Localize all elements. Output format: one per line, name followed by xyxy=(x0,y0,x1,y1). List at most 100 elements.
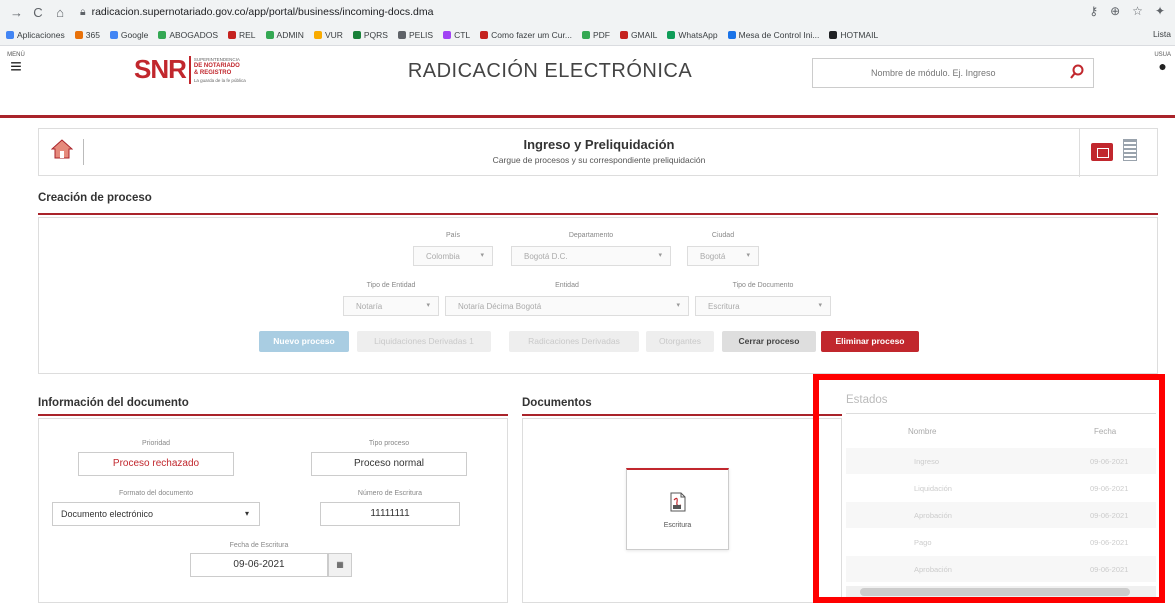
pais-select[interactable]: Colombia ▾ xyxy=(413,246,493,266)
bookmark-item[interactable]: REL xyxy=(228,30,256,40)
section-heading-documentos: Documentos xyxy=(522,397,592,409)
tipo-proceso-field[interactable]: Proceso normal xyxy=(311,452,467,476)
formato-select[interactable]: Documento electrónico ▾ xyxy=(52,502,260,526)
search-icon[interactable] xyxy=(1069,64,1085,80)
bookmark-favicon-icon xyxy=(443,30,452,39)
section-heading-estados: Estados xyxy=(846,394,888,406)
bookmark-item[interactable]: ABOGADOS xyxy=(158,30,218,40)
bookmark-favicon-icon xyxy=(829,30,838,39)
table-row: Ingreso 09-06-2021 xyxy=(846,448,1156,474)
eliminar-proceso-button[interactable]: Eliminar proceso xyxy=(821,331,919,352)
bookmark-item[interactable]: 365 xyxy=(74,30,100,40)
menu-button[interactable]: MENÚ ≡ xyxy=(6,52,26,78)
table-row: Pago 09-06-2021 xyxy=(846,529,1156,555)
separator xyxy=(1079,129,1080,177)
zoom-icon[interactable]: ⊕ xyxy=(1110,4,1120,18)
table-row: Aprobación 09-06-2021 xyxy=(846,502,1156,528)
user-icon[interactable]: ● xyxy=(1158,58,1166,74)
bookmark-item[interactable]: ADMIN xyxy=(265,30,304,40)
ciudad-select[interactable]: Bogotá ▾ xyxy=(687,246,759,266)
liquidaciones-derivadas-button[interactable]: Liquidaciones Derivadas 1 xyxy=(357,331,491,352)
bookmark-favicon-icon xyxy=(74,30,83,39)
section-underline xyxy=(38,213,1158,215)
section-heading-documento: Información del documento xyxy=(38,397,189,409)
bookmark-item[interactable]: VUR xyxy=(313,29,343,40)
bookmark-label: VUR xyxy=(324,29,343,40)
back-icon[interactable]: → xyxy=(10,5,23,20)
prioridad-field[interactable]: Proceso rechazado xyxy=(78,452,234,476)
bookmark-item[interactable]: CTL xyxy=(443,30,470,40)
estados-scrollbar[interactable] xyxy=(846,586,1156,598)
tipo-doc-value: Escritura xyxy=(708,302,740,311)
fecha-escritura-field[interactable]: 09-06-2021 xyxy=(190,553,328,577)
list-icon[interactable] xyxy=(1123,139,1137,161)
bookmark-item[interactable]: PELIS xyxy=(397,29,434,40)
bookmark-item[interactable]: GMAIL xyxy=(619,29,658,40)
fecha-escritura-label: Fecha de Escritura xyxy=(229,542,289,549)
estado-nombre: Aprobación xyxy=(914,511,952,520)
tipo-entidad-label: Tipo de Entidad xyxy=(366,282,416,289)
formato-label: Formato del documento xyxy=(119,490,193,497)
nuevo-proceso-button[interactable]: Nuevo proceso xyxy=(259,331,349,352)
bookmark-favicon-icon xyxy=(619,30,628,39)
hamburger-icon[interactable]: ≡ xyxy=(10,56,22,78)
section-underline xyxy=(522,414,842,416)
bookmark-favicon-icon xyxy=(727,30,736,39)
otorgantes-button[interactable]: Otorgantes xyxy=(646,331,714,352)
numero-escritura-field[interactable]: 11111111 xyxy=(320,502,460,526)
user-menu[interactable]: USUA ● xyxy=(1154,52,1171,74)
search-input[interactable] xyxy=(813,59,1053,87)
estado-fecha: 09-06-2021 xyxy=(1090,511,1129,520)
bookmark-favicon-icon xyxy=(480,30,489,39)
chevron-down-icon: ▾ xyxy=(746,252,750,259)
bookmark-label: REL xyxy=(239,29,256,40)
star-icon[interactable]: ☆ xyxy=(1132,4,1143,18)
estado-fecha: 09-06-2021 xyxy=(1090,457,1129,466)
tipo-doc-select[interactable]: Escritura ▾ xyxy=(695,296,831,316)
bookmark-item[interactable]: Mesa de Control Ini... xyxy=(727,30,819,40)
bookmark-item[interactable]: Google xyxy=(109,30,148,40)
calendar-icon[interactable]: ▦ xyxy=(328,553,352,577)
chevron-down-icon: ▾ xyxy=(426,302,430,309)
entidad-value: Notaría Décima Bogotá xyxy=(458,302,542,311)
cerrar-proceso-button[interactable]: Cerrar proceso xyxy=(722,331,816,352)
bookmarks-bar: Aplicaciones 365 Google ABOGADOS REL ADMIN VUR… xyxy=(0,24,1175,46)
extension-icon[interactable]: ✦ xyxy=(1155,4,1165,18)
key-icon[interactable]: ⚷ xyxy=(1089,4,1098,18)
bookmark-favicon-icon xyxy=(397,30,406,39)
bookmark-item[interactable]: PDF xyxy=(581,30,610,40)
entidad-select[interactable]: Notaría Décima Bogotá ▾ xyxy=(445,296,689,316)
bookmark-label: HOTMAIL xyxy=(840,29,879,40)
table-row: Liquidación 09-06-2021 xyxy=(846,475,1156,501)
numero-escritura-label: Número de Escritura xyxy=(357,490,423,497)
bookmark-label: GMAIL xyxy=(630,29,658,40)
depto-select[interactable]: Bogotá D.C. ▾ xyxy=(511,246,671,266)
url-text[interactable]: 🔒︎ radicacion.supernotariado.gov.co/app/p… xyxy=(80,6,433,19)
scrollbar-thumb[interactable] xyxy=(860,588,1130,596)
formato-value: Documento electrónico xyxy=(61,509,154,519)
reading-list-link[interactable]: Lista xyxy=(1153,29,1171,39)
pais-label: País xyxy=(445,232,460,239)
bookmark-item[interactable]: Como fazer um Cur... xyxy=(480,30,572,40)
bookmark-label: PELIS xyxy=(408,29,434,40)
reload-icon[interactable]: C xyxy=(32,5,44,20)
lock-icon: 🔒︎ xyxy=(80,5,86,18)
bookmark-item[interactable]: WhatsApp xyxy=(667,30,718,40)
bookmark-item[interactable]: Aplicaciones xyxy=(6,30,65,40)
app-header: MENÚ ≡ SNR SUPERINTENDENCIA DE NOTARIADO… xyxy=(0,46,1175,118)
pdf-file-icon xyxy=(670,492,686,512)
bookmark-label: CTL xyxy=(454,29,471,40)
bookmark-label: Como fazer um Cur... xyxy=(491,29,572,40)
home-browser-icon[interactable]: ⌂ xyxy=(54,5,66,20)
url-value[interactable]: radicacion.supernotariado.gov.co/app/por… xyxy=(92,6,434,18)
tipo-entidad-select[interactable]: Notaría ▾ xyxy=(343,296,439,316)
escritura-document-card[interactable]: Escritura xyxy=(626,468,729,550)
bookmark-item[interactable]: HOTMAIL xyxy=(829,30,878,40)
radicaciones-derivadas-button[interactable]: Radicaciones Derivadas xyxy=(509,331,639,352)
bookmark-item[interactable]: PQRS xyxy=(352,30,388,40)
pdf-icon[interactable] xyxy=(1091,143,1113,161)
bookmark-label: Aplicaciones xyxy=(17,29,65,40)
tipo-proceso-label: Tipo proceso xyxy=(368,440,410,447)
chevron-down-icon: ▾ xyxy=(244,509,249,518)
escritura-label: Escritura xyxy=(663,522,692,529)
